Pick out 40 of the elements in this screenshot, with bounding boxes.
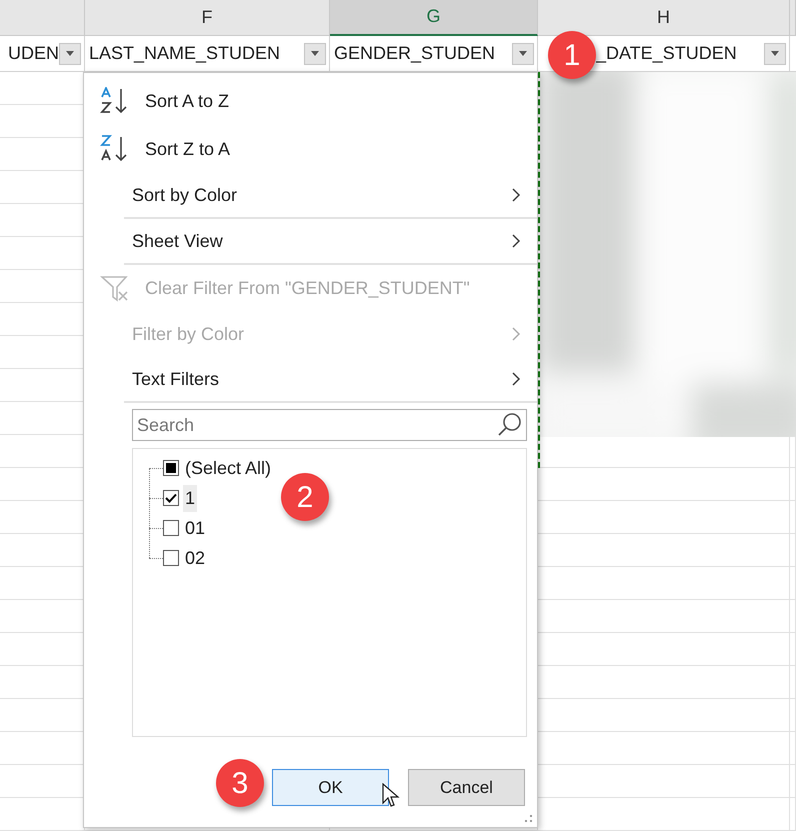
checkbox[interactable] xyxy=(163,490,179,506)
chevron-right-icon xyxy=(511,326,521,342)
header-cell-text: UDEN xyxy=(6,42,59,65)
column-header[interactable]: G xyxy=(330,0,538,36)
caret-icon xyxy=(311,51,319,56)
filter-dropdown-button[interactable] xyxy=(59,42,81,64)
dialog-button[interactable]: Cancel xyxy=(408,769,525,806)
caret-icon xyxy=(66,51,74,56)
menu-item[interactable]: Text Filters xyxy=(84,357,537,401)
menu-item[interactable]: Sheet View xyxy=(84,219,537,263)
column-header[interactable]: H xyxy=(538,0,790,36)
menu-item[interactable]: Sort A to Z xyxy=(84,77,537,125)
caret-icon xyxy=(771,51,779,56)
checkbox[interactable] xyxy=(163,550,179,566)
search-icon xyxy=(497,412,523,438)
chevron-right-icon xyxy=(511,187,521,203)
checkbox[interactable] xyxy=(163,460,179,476)
column-header[interactable]: F xyxy=(85,0,330,36)
mouse-pointer-icon xyxy=(382,783,400,809)
chevron-right-icon xyxy=(511,371,521,387)
checkbox[interactable] xyxy=(163,520,179,536)
header-cell-text: _DATE_STUDEN xyxy=(596,42,738,65)
checkmark-icon xyxy=(165,493,177,503)
chevron-right-icon xyxy=(511,233,521,249)
clear-filter-icon xyxy=(100,274,130,302)
dialog-button[interactable]: OK xyxy=(272,769,389,806)
search-field[interactable]: Search xyxy=(132,409,527,441)
menu-item[interactable]: Sort Z to A xyxy=(84,125,537,173)
filter-dropdown-button[interactable] xyxy=(304,42,326,64)
header-cell-text: GENDER_STUDEN xyxy=(333,42,496,65)
menu-item[interactable]: Sort by Color xyxy=(84,173,537,217)
value-label[interactable]: (Select All) xyxy=(183,454,274,482)
header-cell-text: LAST_NAME_STUDEN xyxy=(88,42,282,65)
value-label[interactable]: 01 xyxy=(183,514,208,542)
filter-dropdown-button[interactable] xyxy=(764,42,786,64)
value-label[interactable]: 02 xyxy=(183,544,208,572)
resize-grip-icon xyxy=(525,815,533,823)
caret-icon xyxy=(519,51,527,56)
value-label[interactable]: 1 xyxy=(183,484,198,512)
filter-dropdown-button[interactable] xyxy=(512,42,534,64)
